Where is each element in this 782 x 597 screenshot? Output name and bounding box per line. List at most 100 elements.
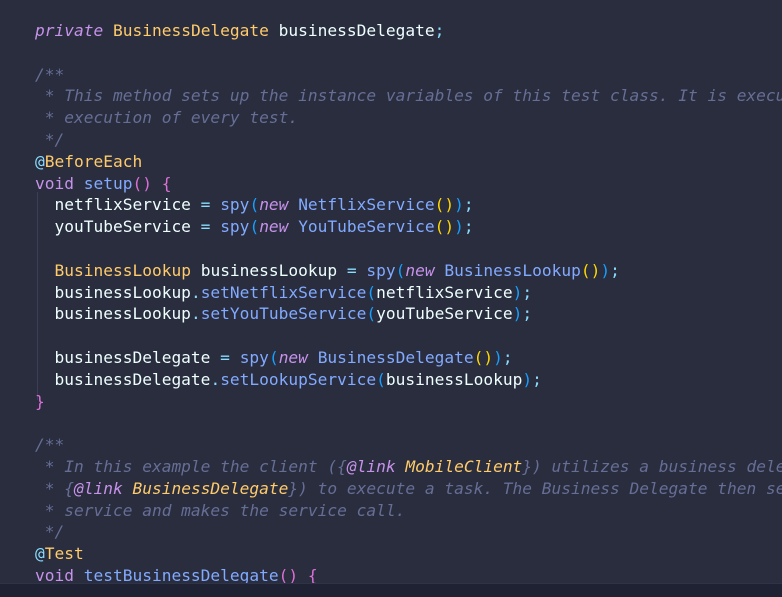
code-token: @link bbox=[346, 457, 396, 476]
code-token: NetflixService bbox=[298, 195, 435, 215]
code-token: Test bbox=[44, 544, 84, 564]
code-token: ; bbox=[532, 369, 542, 389]
code-token: */ bbox=[35, 130, 65, 149]
code-line[interactable]: netflixService = spy(new NetflixService(… bbox=[35, 194, 473, 216]
code-token: . bbox=[190, 304, 201, 324]
code-token: ( bbox=[395, 260, 406, 280]
code-token: /** bbox=[35, 64, 65, 84]
code-token: * This method sets up the instance varia… bbox=[44, 86, 782, 106]
code-token: () bbox=[434, 217, 455, 237]
code-token: ) bbox=[454, 217, 464, 237]
code-token: ) bbox=[522, 369, 533, 389]
code-line[interactable]: * service and makes the service call. bbox=[35, 500, 406, 522]
code-token: setLookupService bbox=[220, 369, 377, 389]
code-token: new bbox=[278, 348, 308, 367]
code-line[interactable]: BusinessLookup businessLookup = spy(new … bbox=[35, 260, 620, 282]
code-token: void bbox=[35, 173, 74, 193]
code-token: ) bbox=[454, 195, 464, 215]
code-line[interactable]: */ bbox=[35, 521, 65, 543]
code-token: ) bbox=[600, 260, 611, 280]
code-token: businessLookup bbox=[35, 304, 191, 324]
code-token: MobileClient bbox=[405, 457, 523, 476]
code-token: businessLookup bbox=[385, 369, 523, 389]
code-token: new bbox=[259, 217, 289, 237]
code-token: businessLookup bbox=[35, 282, 191, 302]
code-token: . bbox=[210, 369, 221, 389]
code-line[interactable]: youTubeService = spy(new YouTubeService(… bbox=[35, 216, 474, 238]
code-token: BusinessDelegate bbox=[132, 478, 289, 498]
code-line[interactable]: * In this example the client ({@link Mob… bbox=[35, 456, 782, 478]
code-token: ( bbox=[366, 282, 377, 302]
code-token: () bbox=[580, 260, 601, 280]
code-token: BusinessLookup bbox=[444, 260, 581, 280]
code-token: private bbox=[35, 21, 104, 40]
code-line[interactable]: * {@link BusinessDelegate}) to execute a… bbox=[35, 478, 782, 500]
code-token: ( bbox=[249, 195, 260, 215]
code-token: netflixService bbox=[35, 195, 191, 215]
code-token: * In this example the client ({ bbox=[35, 457, 347, 476]
code-token: ( bbox=[376, 369, 386, 389]
code-token: ; bbox=[463, 217, 474, 237]
code-line[interactable]: } bbox=[35, 391, 45, 413]
code-token: }) to execute a task. The Business Deleg… bbox=[288, 478, 782, 498]
code-token: = bbox=[210, 348, 240, 367]
code-line[interactable]: * execution of every test. bbox=[35, 107, 298, 129]
code-token: ; bbox=[502, 348, 513, 367]
code-line[interactable]: businessDelegate.setLookupService(busine… bbox=[35, 369, 542, 391]
code-token: spy bbox=[220, 217, 250, 237]
code-token: spy bbox=[220, 195, 250, 215]
code-token: new bbox=[405, 260, 435, 280]
code-token: ; bbox=[522, 282, 533, 302]
code-token: businessDelegate bbox=[35, 369, 211, 389]
code-line[interactable]: businessLookup.setNetflixService(netflix… bbox=[35, 282, 532, 304]
code-token: */ bbox=[35, 522, 65, 542]
code-token: setYouTubeService bbox=[200, 304, 367, 324]
code-token: setNetflixService bbox=[200, 282, 367, 302]
code-token: setup bbox=[83, 173, 133, 193]
code-line[interactable]: */ bbox=[35, 129, 65, 151]
code-token: = bbox=[190, 217, 221, 237]
code-line[interactable]: businessLookup.setYouTubeService(youTube… bbox=[35, 303, 532, 325]
code-token: ( bbox=[366, 304, 377, 324]
code-token: ) bbox=[493, 348, 503, 367]
code-token: BusinessDelegate bbox=[112, 21, 269, 40]
code-token: @link bbox=[73, 478, 123, 498]
horizontal-scrollbar[interactable] bbox=[0, 583, 782, 597]
code-token: ; bbox=[434, 21, 445, 40]
code-line[interactable]: * This method sets up the instance varia… bbox=[35, 85, 782, 107]
code-token: ; bbox=[610, 260, 620, 280]
code-token: = bbox=[190, 195, 221, 215]
code-line[interactable]: private BusinessDelegate businessDelegat… bbox=[35, 20, 444, 42]
code-line[interactable]: @BeforeEach bbox=[35, 151, 142, 173]
code-token: * service and makes the service call. bbox=[35, 500, 406, 520]
code-token: ) bbox=[512, 282, 523, 302]
code-line[interactable]: businessDelegate = spy(new BusinessDeleg… bbox=[35, 347, 513, 369]
code-token: BusinessDelegate bbox=[317, 348, 474, 367]
code-token: * execution of every test. bbox=[35, 108, 299, 128]
code-token: ( bbox=[249, 217, 260, 237]
code-line[interactable]: /** bbox=[35, 434, 64, 456]
code-token: () bbox=[434, 195, 455, 215]
code-token: = bbox=[337, 260, 367, 280]
code-token: . bbox=[190, 282, 201, 302]
code-token: netflixService bbox=[376, 282, 513, 302]
code-line[interactable]: void setup() { bbox=[35, 173, 171, 195]
code-token: * { bbox=[35, 478, 74, 498]
code-editor[interactable]: private BusinessDelegate businessDelegat… bbox=[0, 0, 782, 597]
code-token: @ bbox=[35, 151, 45, 171]
code-token: () bbox=[132, 173, 152, 193]
code-line[interactable]: @Test bbox=[35, 543, 84, 565]
code-token: } bbox=[35, 391, 45, 411]
code-line[interactable]: /** bbox=[35, 64, 64, 86]
code-token: new bbox=[259, 195, 289, 215]
code-token: BeforeEach bbox=[44, 151, 143, 171]
